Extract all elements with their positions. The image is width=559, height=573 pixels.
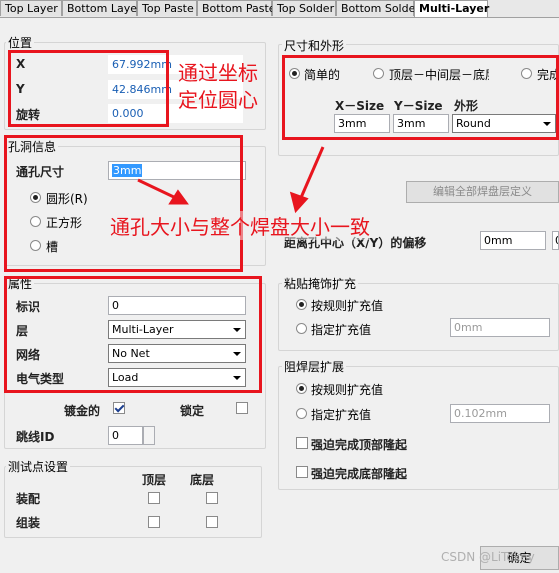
annotation-arrows	[137, 146, 325, 214]
arrow-icon	[289, 146, 325, 214]
arrow-icon	[137, 178, 189, 205]
